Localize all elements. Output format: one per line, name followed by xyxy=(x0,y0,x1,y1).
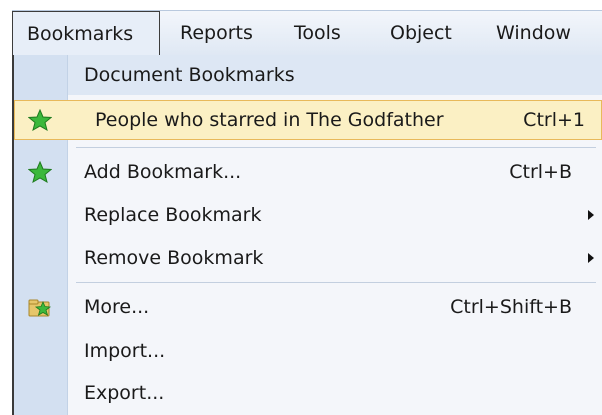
add-bookmark-item[interactable]: Add Bookmark... Ctrl+B xyxy=(14,152,602,192)
submenu-arrow-icon xyxy=(588,210,594,220)
import-label: Import... xyxy=(84,340,166,362)
more-label: More... xyxy=(84,296,150,318)
star-icon xyxy=(28,109,52,131)
star-folder-icon xyxy=(28,299,52,317)
import-item[interactable]: Import... xyxy=(14,331,602,371)
bookmark-shortcut: Ctrl+1 xyxy=(523,109,585,131)
submenu-arrow-icon xyxy=(588,253,594,263)
menu-separator xyxy=(76,282,596,283)
export-item[interactable]: Export... xyxy=(14,373,602,413)
menu-bar: Bookmarks Reports Tools Object Window xyxy=(12,10,602,57)
remove-bookmark-item[interactable]: Remove Bookmark xyxy=(14,238,602,278)
menu-tools[interactable]: Tools xyxy=(294,11,341,55)
replace-bookmark-item[interactable]: Replace Bookmark xyxy=(14,195,602,235)
menu-separator xyxy=(76,147,596,148)
replace-bookmark-label: Replace Bookmark xyxy=(84,204,262,226)
add-bookmark-label: Add Bookmark... xyxy=(84,161,242,183)
menu-section-header: Document Bookmarks xyxy=(68,55,602,95)
menu-window[interactable]: Window xyxy=(496,11,571,55)
bookmark-item-godfather[interactable]: People who starred in The Godfather Ctrl… xyxy=(14,100,602,140)
section-header-label: Document Bookmarks xyxy=(84,64,295,86)
bookmarks-dropdown: Document Bookmarks People who starred in… xyxy=(12,55,602,415)
menu-bookmarks[interactable]: Bookmarks xyxy=(12,11,160,57)
add-bookmark-shortcut: Ctrl+B xyxy=(509,161,572,183)
menu-object[interactable]: Object xyxy=(390,11,452,55)
more-bookmarks-item[interactable]: More... Ctrl+Shift+B xyxy=(14,287,602,327)
remove-bookmark-label: Remove Bookmark xyxy=(84,247,264,269)
export-label: Export... xyxy=(84,382,165,404)
star-icon xyxy=(28,161,52,183)
bookmark-label: People who starred in The Godfather xyxy=(95,109,444,131)
menu-reports[interactable]: Reports xyxy=(180,11,253,55)
more-shortcut: Ctrl+Shift+B xyxy=(450,296,572,318)
